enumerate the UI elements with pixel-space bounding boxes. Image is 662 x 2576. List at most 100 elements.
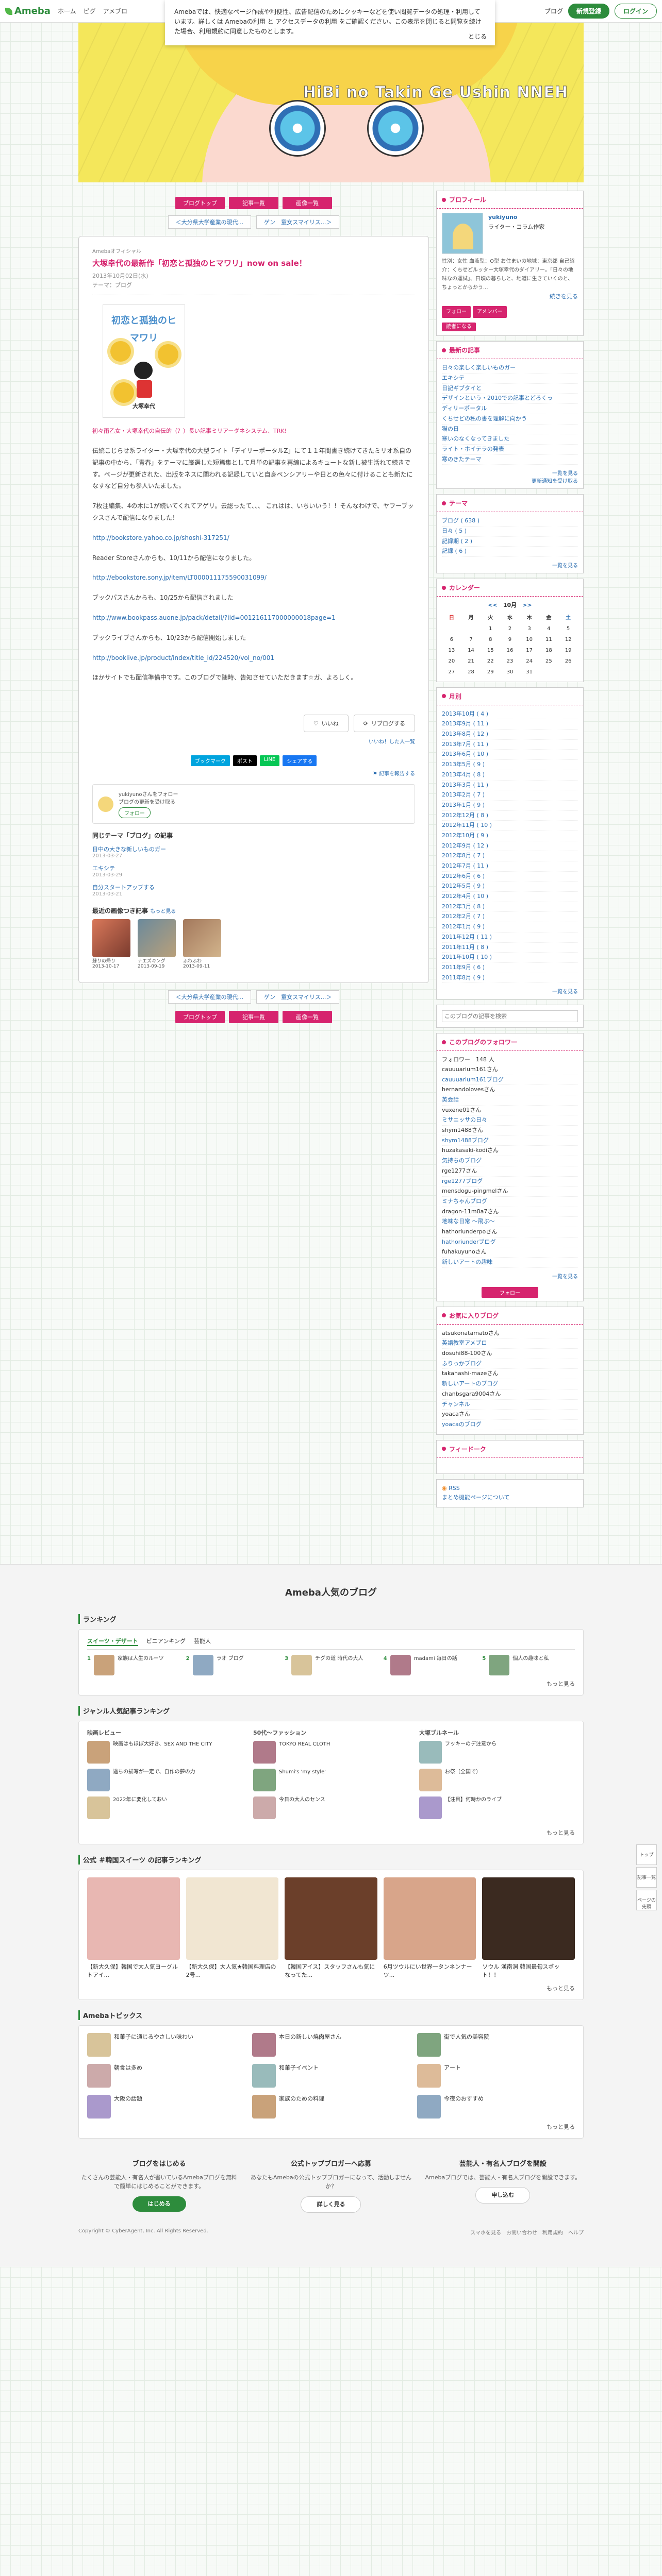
list-item[interactable]: 寒いのなくなってきました [442, 435, 509, 442]
profile-reader-button[interactable]: 読者になる [442, 322, 476, 331]
ameba-logo[interactable]: Ameba [5, 6, 51, 16]
list-item[interactable]: エキシテ 2013-03-29 [92, 864, 415, 878]
profile-image[interactable] [442, 213, 483, 254]
favorite-item[interactable]: chanbsgara9004さん チャンネル [442, 1389, 578, 1410]
recent-item[interactable]: 蘇りの帰り 2013-10-17 [92, 919, 130, 969]
tab-sweets[interactable]: スイーツ・デザート [87, 1637, 138, 1646]
follower-blog[interactable]: ミサニッサの日々 [442, 1116, 487, 1123]
calendar-next[interactable]: >> [522, 602, 532, 608]
prev-article-link[interactable]: ＜大分県大学産業の現代... [168, 215, 252, 229]
follower-item[interactable]: dragon-11m8a7さん 地味な日常 ～飛ぶ～ [442, 1207, 578, 1227]
archive-link[interactable]: 2011年12月 ( 11 ) [442, 934, 492, 940]
archive-link[interactable]: 2012年11月 ( 10 ) [442, 822, 492, 828]
float-pagetop-button[interactable]: ページの先頭 [636, 1890, 657, 1910]
share-bookmark-button[interactable]: ブックマーク [190, 755, 230, 767]
list-item[interactable]: ライト・ホイテラの発表 [442, 446, 504, 452]
archive-link[interactable]: 2013年3月 ( 11 ) [442, 782, 488, 788]
theme-item[interactable]: ブログ ( 638 ) [442, 517, 479, 524]
archive-link[interactable]: 2012年12月 ( 8 ) [442, 812, 488, 819]
cookie-close-button[interactable]: とじる [468, 32, 487, 42]
list-item[interactable]: 日中の大きな新しいものガー 2013-03-27 [92, 845, 415, 859]
archive-link[interactable]: 2012年5月 ( 9 ) [442, 883, 485, 889]
ranking-item[interactable]: 3 チグの道 時代の大人 [285, 1654, 377, 1675]
header-link-home[interactable]: ホーム [58, 7, 76, 15]
login-button[interactable]: ログイン [614, 4, 657, 19]
cta-button[interactable]: 詳しく見る [301, 2196, 361, 2213]
archive-more-link[interactable]: 一覧を見る [552, 989, 578, 995]
follower-blog[interactable]: cauuuarium161ブログ [442, 1076, 504, 1083]
genre-item[interactable]: フッキーのデ注意から [419, 1740, 575, 1764]
list-item[interactable]: 寒のきたテーマ [442, 456, 482, 463]
genre-item[interactable]: 2022年に変化しておい [87, 1796, 243, 1819]
genre-item[interactable]: 今日の大人のセンス [253, 1796, 409, 1819]
follower-item[interactable]: fuhakuyunoさん 新しいアートの趣味 [442, 1247, 578, 1268]
follower-name[interactable]: huzakasaki-kodiさん [442, 1146, 578, 1157]
report-article-link[interactable]: ⚑ 記事を報告する [92, 769, 415, 777]
follower-item[interactable]: rge1277さん rge1277ブログ [442, 1166, 578, 1187]
follower-blog[interactable]: rge1277ブログ [442, 1178, 483, 1184]
article-title[interactable]: 大塚幸代の最新作「初恋と孤独のヒマワリ」now on sale！ [92, 258, 415, 268]
topics-more-link[interactable]: もっと見る [87, 2123, 575, 2131]
themes-more-link[interactable]: 一覧を見る [552, 563, 578, 569]
follower-blog[interactable]: 新しいアートの趣味 [442, 1259, 492, 1265]
float-top-button[interactable]: トップ [636, 1844, 657, 1865]
topic-item[interactable]: 今夜のおすすめ [417, 2094, 575, 2119]
favorite-blog[interactable]: 英語教室アメブロ [442, 1340, 487, 1346]
archive-link[interactable]: 2013年4月 ( 8 ) [442, 771, 485, 778]
follower-item[interactable]: huzakasaki-kodiさん 気持ちのブログ [442, 1146, 578, 1166]
article-link-yahoo[interactable]: http://bookstore.yahoo.co.jp/shoshi-3172… [92, 534, 229, 541]
nav-article-list[interactable]: 記事一覧 [229, 197, 278, 209]
favorite-item[interactable]: atsukonatamatoさん 英語教室アメブロ [442, 1329, 578, 1349]
archive-link[interactable]: 2012年4月 ( 10 ) [442, 893, 488, 900]
ranking-item[interactable]: 2 ラオ ブログ [186, 1654, 279, 1675]
genre-item[interactable]: Shumi's 'my style' [253, 1768, 409, 1791]
genre-item[interactable]: お祭（全国で） [419, 1768, 575, 1791]
follower-name[interactable]: vuxene01さん [442, 1106, 578, 1116]
archive-link[interactable]: 2013年6月 ( 10 ) [442, 751, 488, 757]
ranking-item[interactable]: 4 madami 毎日の話 [384, 1654, 476, 1675]
recent-item[interactable]: ふわふわ 2013-09-11 [183, 919, 221, 969]
follower-blog[interactable]: 英会話 [442, 1096, 459, 1103]
theme-item[interactable]: 記録 ( 6 ) [442, 548, 467, 554]
follower-blog[interactable]: ミナちゃんブログ [442, 1198, 487, 1205]
favorite-blog[interactable]: ふりっかブログ [442, 1360, 482, 1367]
follower-name[interactable]: rge1277さん [442, 1166, 578, 1177]
archive-link[interactable]: 2013年5月 ( 9 ) [442, 761, 485, 768]
follower-item[interactable]: hernandolovesさん 英会話 [442, 1085, 578, 1106]
reblog-button[interactable]: ⟳ リブログする [353, 715, 415, 733]
follower-name[interactable]: mensdogu-pingmelさん [442, 1187, 578, 1197]
list-item[interactable]: 猫の日 [442, 426, 459, 432]
archive-link[interactable]: 2013年2月 ( 7 ) [442, 791, 485, 798]
follower-name[interactable]: cauuuarium161さん [442, 1065, 578, 1075]
follower-item[interactable]: hathoriunderpoさん hathoriunderブログ [442, 1227, 578, 1248]
liked-users-link[interactable]: いいね！した人一覧 [92, 737, 415, 745]
sidebar-follow-button[interactable]: フォロー [482, 1286, 538, 1298]
archive-link[interactable]: 2012年2月 ( 7 ) [442, 913, 485, 920]
blog-header-banner[interactable]: HiBi no Takin Ge Ushin NNEH [78, 23, 584, 182]
topic-item[interactable]: 和菓子に通じるやさしい味わい [87, 2032, 245, 2057]
archive-link[interactable]: 2012年6月 ( 6 ) [442, 873, 485, 879]
header-link-ameblo[interactable]: アメブロ [103, 7, 127, 15]
signup-button[interactable]: 新規登録 [568, 4, 609, 19]
archive-link[interactable]: 2012年8月 ( 7 ) [442, 852, 485, 859]
topic-item[interactable]: 朝食は多め [87, 2063, 245, 2088]
ranking-item[interactable]: 5 個人の趣味と私 [482, 1654, 575, 1675]
follower-name[interactable]: hernandolovesさん [442, 1085, 578, 1095]
archive-link[interactable]: 2012年10月 ( 9 ) [442, 832, 488, 839]
archive-link[interactable]: 2013年1月 ( 9 ) [442, 802, 485, 808]
list-item[interactable]: デザインという・2010での記事とどろくっ [442, 395, 553, 401]
archive-link[interactable]: 2011年11月 ( 8 ) [442, 944, 488, 951]
follower-item[interactable]: mensdogu-pingmelさん ミナちゃんブログ [442, 1187, 578, 1207]
next-article-link[interactable]: ゲン 童女スマイリス...＞ [256, 990, 340, 1004]
calendar-prev[interactable]: << [488, 602, 497, 608]
nav-image-list[interactable]: 画像一覧 [283, 197, 332, 209]
list-item[interactable]: 日記ギブタイと [442, 385, 482, 392]
share-line-button[interactable]: LINE [259, 755, 280, 767]
topic-item[interactable]: 家族のための料理 [252, 2094, 410, 2119]
recent-item[interactable]: ナエズキング 2013-09-19 [138, 919, 176, 969]
archive-link[interactable]: 2013年7月 ( 11 ) [442, 741, 488, 748]
share-facebook-button[interactable]: シェアする [283, 755, 317, 767]
topic-item[interactable]: 街で人気の美容院 [417, 2032, 575, 2057]
rss-about-link[interactable]: まとめ機能ページについて [442, 1494, 509, 1501]
genre-item[interactable]: TOKYO REAL CLOTH [253, 1740, 409, 1764]
